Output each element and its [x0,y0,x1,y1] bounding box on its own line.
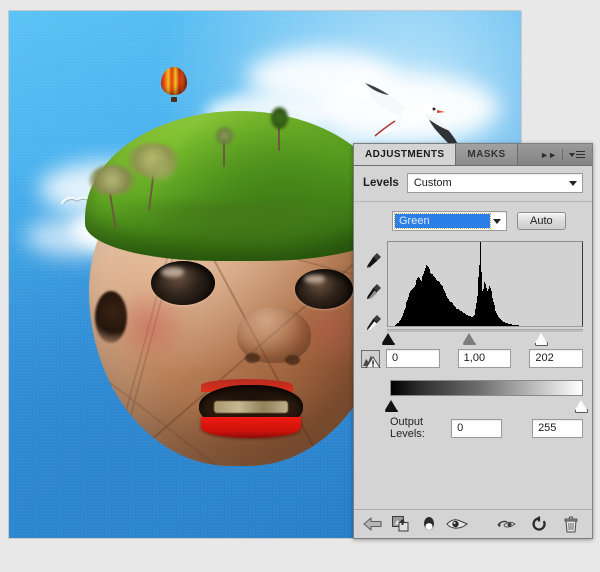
levels-preset-row: Levels Custom [354,166,592,202]
adjustments-panel[interactable]: ADJUSTMENTS MASKS ►► Levels Custom Green… [353,143,593,539]
histogram-bars [388,242,582,326]
lower-lip [201,417,301,438]
chevron-down-icon [569,181,577,186]
tab-masks[interactable]: MASKS [456,144,518,165]
tab-adjustments[interactable]: ADJUSTMENTS [354,144,457,165]
channel-row: Green Auto [354,202,592,237]
set-white-point-eyedropper[interactable] [364,312,384,332]
eye-right [295,269,353,309]
preset-value: Custom [413,177,452,189]
nostril [245,353,260,363]
input-levels-slider[interactable] [382,329,583,346]
reset-icon[interactable] [528,514,550,534]
channel-value: Green [394,213,491,229]
nostril [285,355,300,365]
highlight-input-field[interactable]: 202 [529,349,584,368]
output-min-marker[interactable] [385,400,399,412]
hot-air-balloon [161,67,187,103]
tree-foliage [271,107,288,129]
output-levels-block [354,368,592,413]
set-black-point-eyedropper[interactable] [364,250,384,270]
eye-glint [161,267,185,277]
output-levels-fields: Output Levels: 0 255 [354,413,592,440]
tree-foliage [216,127,233,145]
output-max-field[interactable]: 255 [532,418,583,438]
return-to-adjustment-list-icon[interactable] [362,514,384,534]
menu-lines-icon [576,150,585,159]
double-chevron-right-icon[interactable]: ►► [540,150,557,160]
tree [213,127,235,167]
tab-masks-label: MASKS [467,149,506,160]
balloon-envelope [161,67,187,95]
auto-button[interactable]: Auto [517,212,566,230]
eye-left [151,261,215,305]
shadow-input-field[interactable]: 0 [386,349,440,368]
chevron-down-icon [493,219,501,224]
divider [562,149,563,160]
output-levels-label: Output Levels: [390,416,425,440]
chevron-down-icon [569,152,575,157]
shadow-input-marker[interactable] [382,333,396,345]
eyedropper-column [361,241,387,346]
panel-menu-icon[interactable] [569,150,585,159]
tree [87,165,141,229]
preview-previous-state-icon[interactable] [496,514,518,534]
tree-foliage [89,165,135,195]
tree-foliage [141,155,181,183]
levels-label: Levels [363,177,399,189]
visibility-eye-icon[interactable] [446,514,468,534]
tab-bar-spacer [518,144,534,165]
doll-head-planet [83,107,395,466]
preset-select[interactable]: Custom [406,173,583,193]
output-min-field[interactable]: 0 [451,418,503,438]
panel-tab-bar: ADJUSTMENTS MASKS ►► [354,144,592,166]
teeth [213,400,289,413]
highlight-input-marker[interactable] [534,333,549,346]
histogram-uncached-warning-icon[interactable] [361,349,383,368]
ear-shadow [95,291,127,343]
delete-icon[interactable] [560,514,582,534]
mask-view-icon[interactable] [418,514,440,534]
midtone-input-field[interactable]: 1,00 [457,349,512,368]
panel-footer-toolbar [354,509,592,538]
balloon-basket [171,97,177,102]
input-levels-fields: 0 1,00 202 [354,346,592,368]
output-max-marker[interactable] [574,400,588,413]
tab-adjustments-label: ADJUSTMENTS [365,149,445,160]
output-gradient-bar [390,380,583,396]
midtone-input-marker[interactable] [462,333,476,345]
slider-track [387,330,583,332]
channel-select[interactable]: Green [392,211,507,231]
panel-controls: ►► [533,144,592,165]
histogram-warning-area [361,349,383,368]
levels-histogram [387,241,583,327]
histogram-block [354,237,592,346]
tree [269,107,289,151]
histogram-area [382,241,583,346]
clip-to-layer-icon[interactable] [390,514,412,534]
output-levels-slider[interactable] [385,397,588,413]
set-gray-point-eyedropper[interactable] [364,281,384,301]
